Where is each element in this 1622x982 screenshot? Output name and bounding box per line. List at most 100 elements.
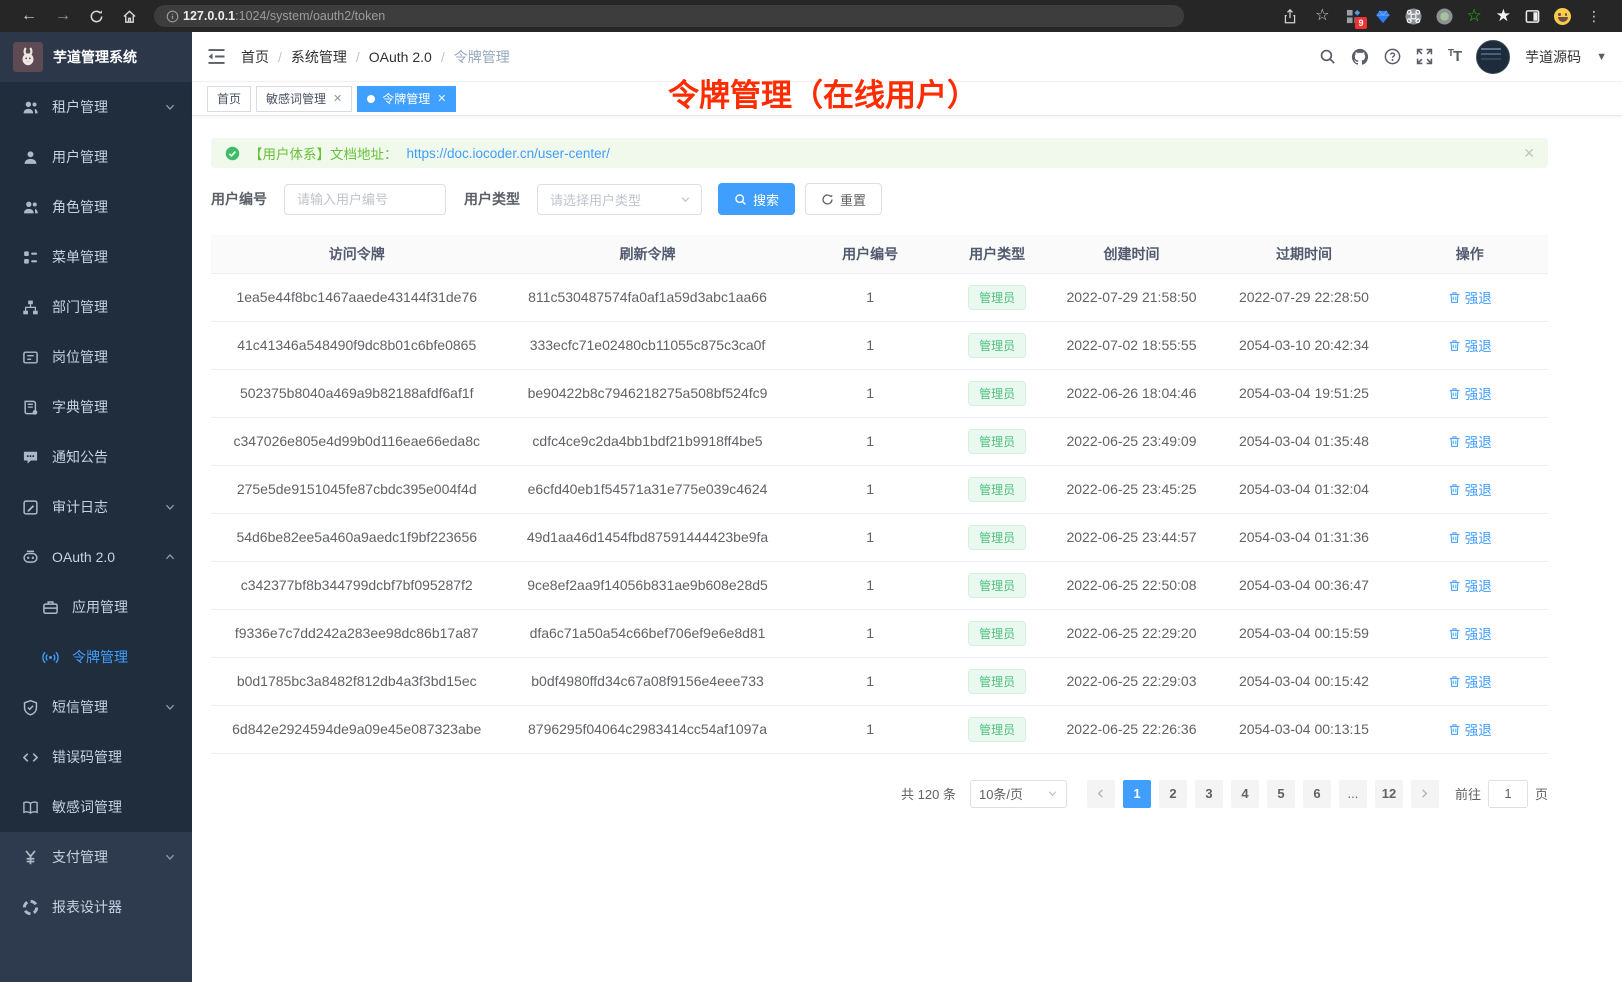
- token-icon: [42, 649, 59, 666]
- extension-command-icon[interactable]: [1405, 8, 1422, 25]
- menu-icon: [22, 249, 39, 266]
- sidebar-item-部门管理[interactable]: 部门管理: [0, 282, 192, 332]
- alert-text: 【用户体系】文档地址：: [249, 143, 398, 163]
- page-button-1[interactable]: 1: [1123, 780, 1151, 808]
- page-button-4[interactable]: 4: [1231, 780, 1259, 808]
- user-type-badge: 管理员: [968, 429, 1026, 454]
- extension-star-icon[interactable]: ☆: [1467, 6, 1482, 26]
- back-icon[interactable]: ←: [21, 8, 37, 24]
- user-type-badge: 管理员: [968, 285, 1026, 310]
- site-info-icon[interactable]: [166, 10, 179, 23]
- errcode-icon: [22, 749, 39, 766]
- user-menu-caret-icon[interactable]: ▼: [1596, 51, 1607, 63]
- reset-button[interactable]: 重置: [805, 183, 882, 215]
- forward-icon[interactable]: →: [55, 8, 71, 24]
- breadcrumb-item[interactable]: 首页: [241, 47, 269, 67]
- oauth-icon: [22, 549, 39, 566]
- sidebar-item-OAuth 2.0[interactable]: OAuth 2.0: [0, 532, 192, 582]
- sidebar-item-令牌管理[interactable]: 令牌管理: [0, 632, 192, 682]
- sidebar-item-敏感词管理[interactable]: 敏感词管理: [0, 782, 192, 832]
- address-bar[interactable]: 127.0.0.1:1024/system/oauth2/token: [154, 5, 1184, 27]
- close-tab-icon[interactable]: ✕: [437, 92, 446, 105]
- user-avatar[interactable]: [1476, 40, 1510, 74]
- page-ellipsis[interactable]: ...: [1339, 780, 1367, 808]
- breadcrumb-item[interactable]: OAuth 2.0: [369, 49, 432, 65]
- home-icon[interactable]: [122, 9, 137, 24]
- app-logo[interactable]: 芋道管理系统: [0, 32, 192, 82]
- sidebar-item-短信管理[interactable]: 短信管理: [0, 682, 192, 732]
- access-token-cell: 6d842e2924594de9a09e45e087323abe: [211, 705, 502, 753]
- extension-flower-icon[interactable]: ★: [1496, 6, 1511, 26]
- sidebar-item-报表设计器[interactable]: 报表设计器: [0, 882, 192, 932]
- force-logout-button[interactable]: 强退: [1448, 623, 1492, 643]
- tab-令牌管理[interactable]: 令牌管理✕: [357, 86, 456, 112]
- sidebar-item-岗位管理[interactable]: 岗位管理: [0, 332, 192, 382]
- force-logout-button[interactable]: 强退: [1448, 383, 1492, 403]
- page-button-12[interactable]: 12: [1375, 780, 1403, 808]
- collapse-sidebar-icon[interactable]: [207, 48, 226, 65]
- user-id-input[interactable]: [284, 184, 446, 215]
- sidebar-item-菜单管理[interactable]: 菜单管理: [0, 232, 192, 282]
- force-logout-button[interactable]: 强退: [1448, 719, 1492, 739]
- sidebar-item-租户管理[interactable]: 租户管理: [0, 82, 192, 132]
- extension-grid-icon[interactable]: 9: [1346, 9, 1361, 24]
- sidebar-item-错误码管理[interactable]: 错误码管理: [0, 732, 192, 782]
- page-button-3[interactable]: 3: [1195, 780, 1223, 808]
- browser-menu-icon[interactable]: ⋮: [1587, 9, 1601, 23]
- extension-gem-icon[interactable]: [1375, 9, 1391, 24]
- search-button[interactable]: 搜索: [718, 183, 795, 215]
- search-icon[interactable]: [1319, 48, 1336, 65]
- close-tab-icon[interactable]: ✕: [333, 92, 342, 105]
- audit-icon: [22, 499, 39, 516]
- sidebar-item-应用管理[interactable]: 应用管理: [0, 582, 192, 632]
- tab-首页[interactable]: 首页: [207, 86, 251, 112]
- user-icon: [22, 149, 39, 166]
- tab-敏感词管理[interactable]: 敏感词管理✕: [256, 86, 352, 112]
- table-row: f9336e7c7dd242a283ee98dc86b17a87dfa6c71a…: [211, 609, 1548, 657]
- bookmark-star-icon[interactable]: ☆: [1315, 8, 1329, 24]
- sidebar-item-字典管理[interactable]: 字典管理: [0, 382, 192, 432]
- prev-page-button[interactable]: [1087, 780, 1115, 808]
- post-icon: [22, 349, 39, 366]
- force-logout-button[interactable]: 强退: [1448, 575, 1492, 595]
- extension-record-icon[interactable]: [1436, 8, 1453, 25]
- alert-close-icon[interactable]: ✕: [1523, 145, 1535, 162]
- page-button-5[interactable]: 5: [1267, 780, 1295, 808]
- sidebar-menu: 租户管理用户管理角色管理菜单管理部门管理岗位管理字典管理通知公告审计日志OAut…: [0, 82, 192, 832]
- sidebar-item-角色管理[interactable]: 角色管理: [0, 182, 192, 232]
- chevron-down-icon: [164, 101, 176, 113]
- chevron-down-icon: [164, 851, 176, 863]
- page-size-select[interactable]: 10条/页: [970, 780, 1067, 808]
- column-header: 刷新令牌: [502, 235, 792, 273]
- github-icon[interactable]: [1351, 48, 1369, 66]
- sidebar-item-用户管理[interactable]: 用户管理: [0, 132, 192, 182]
- fullscreen-icon[interactable]: [1416, 48, 1433, 65]
- breadcrumb-item[interactable]: 系统管理: [291, 47, 347, 67]
- force-logout-button[interactable]: 强退: [1448, 431, 1492, 451]
- help-icon[interactable]: [1384, 48, 1401, 65]
- page-button-6[interactable]: 6: [1303, 780, 1331, 808]
- expired-time-cell: 2054-03-04 00:15:42: [1216, 657, 1391, 705]
- force-logout-button[interactable]: 强退: [1448, 287, 1492, 307]
- sidebar-item-支付管理[interactable]: 支付管理: [0, 832, 192, 882]
- user-type-select[interactable]: 请选择用户类型: [537, 184, 702, 215]
- force-logout-button[interactable]: 强退: [1448, 479, 1492, 499]
- app-title: 芋道管理系统: [53, 47, 137, 67]
- force-logout-button[interactable]: 强退: [1448, 335, 1492, 355]
- user-id-cell: 1: [793, 657, 948, 705]
- profile-avatar-icon[interactable]: [1554, 8, 1571, 25]
- table-header-row: 访问令牌刷新令牌用户编号用户类型创建时间过期时间操作: [211, 235, 1548, 273]
- goto-page-input[interactable]: [1488, 780, 1528, 808]
- force-logout-button[interactable]: 强退: [1448, 671, 1492, 691]
- reload-icon[interactable]: [89, 9, 104, 24]
- extension-panel-icon[interactable]: [1525, 9, 1540, 24]
- font-size-icon[interactable]: TT: [1448, 48, 1461, 65]
- sms-icon: [22, 699, 39, 716]
- next-page-button[interactable]: [1411, 780, 1439, 808]
- share-icon[interactable]: [1283, 9, 1297, 24]
- force-logout-button[interactable]: 强退: [1448, 527, 1492, 547]
- sidebar-item-通知公告[interactable]: 通知公告: [0, 432, 192, 482]
- page-button-2[interactable]: 2: [1159, 780, 1187, 808]
- alert-doc-link[interactable]: https://doc.iocoder.cn/user-center/: [407, 146, 610, 161]
- sidebar-item-审计日志[interactable]: 审计日志: [0, 482, 192, 532]
